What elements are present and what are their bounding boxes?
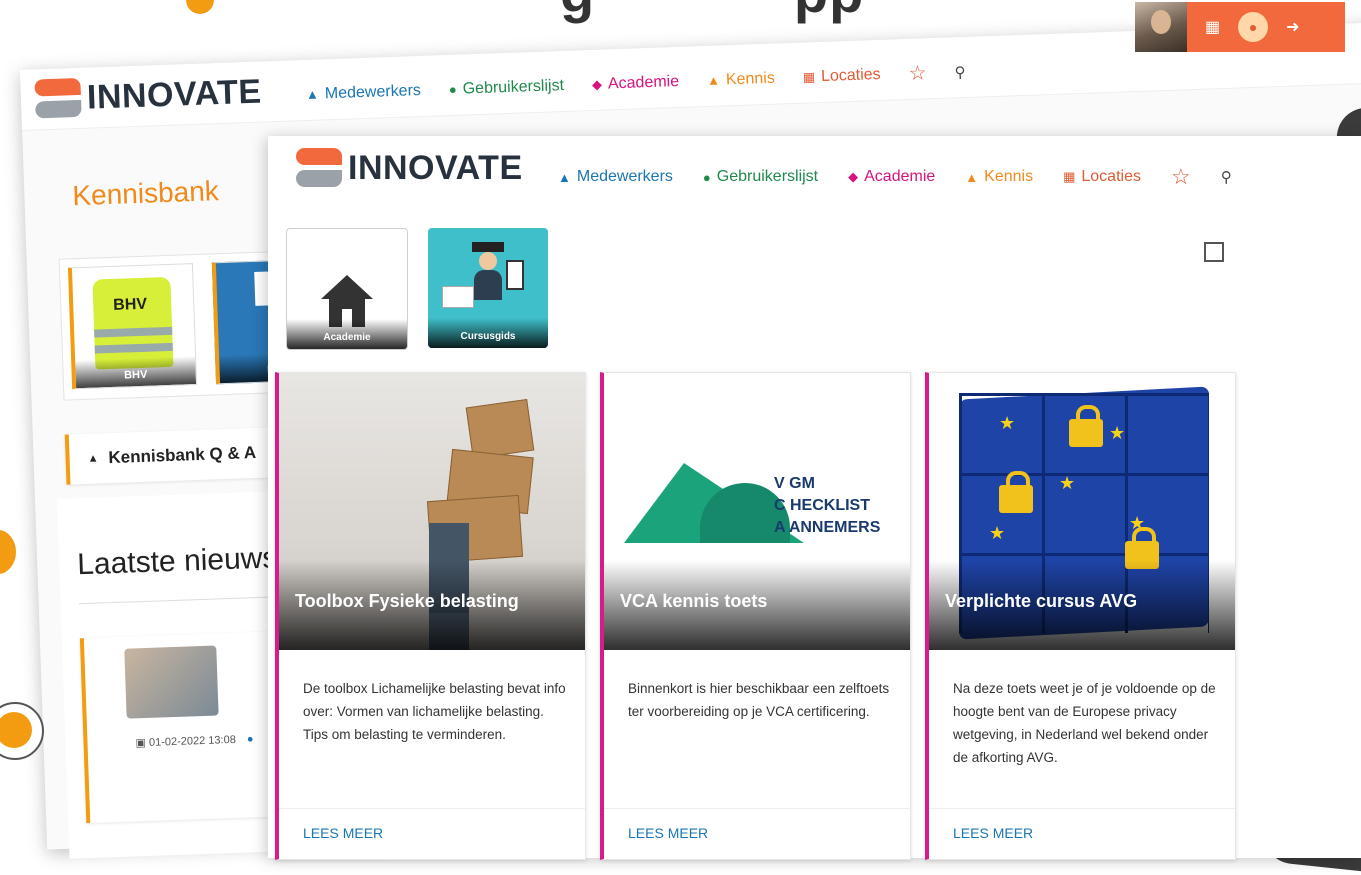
favorites-star-icon[interactable]: ☆ <box>908 60 927 86</box>
card-title: Verplichte cursus AVG <box>929 560 1235 650</box>
course-card-vca[interactable]: V GM C HECKLIST A ANNEMERS VCA kennis to… <box>600 372 911 860</box>
vca-line-3: A ANNEMERS <box>774 519 881 536</box>
select-checkbox[interactable] <box>1204 242 1224 262</box>
map-icon: ▦ <box>802 68 816 85</box>
news-title: Laatste nieuws <box>76 541 278 582</box>
tile-bhv[interactable]: BHV BHV <box>67 263 198 390</box>
read-more-link[interactable]: LEES MEER <box>953 825 1033 841</box>
logo-text: INNOVATE <box>86 72 263 117</box>
graduation-cap-icon: ◆ <box>848 169 859 184</box>
logo[interactable]: INNOVATE <box>34 72 262 120</box>
user-bar: ▦ ● ➜ <box>1135 2 1345 52</box>
tile-caption: BHV <box>75 356 197 389</box>
logo-text: INNOVATE <box>348 148 523 187</box>
certificate-icon <box>442 286 474 308</box>
nav-kennis[interactable]: ▲ Kennis <box>707 69 775 89</box>
card-description: Na deze toets weet je of je voldoende op… <box>953 681 1216 765</box>
card-description: De toolbox Lichamelijke belasting bevat … <box>303 681 566 742</box>
divider <box>604 808 910 809</box>
safety-vest-image <box>92 276 174 370</box>
nav-gebruikerslijst[interactable]: ● Gebruikerslijst <box>703 168 818 186</box>
tile-cursusgids[interactable]: Cursusgids <box>428 228 548 348</box>
apps-grid-icon[interactable]: ▦ <box>1205 17 1220 37</box>
lightbulb-icon: ▲ <box>965 169 979 185</box>
divider <box>279 808 585 809</box>
read-more-link[interactable]: LEES MEER <box>303 825 383 841</box>
main-nav: ▲ Medewerkers ● Gebruikerslijst ◆ Academie … <box>558 164 1232 190</box>
home-icon <box>321 275 373 299</box>
author-icon: ● <box>246 733 254 746</box>
calendar-icon: ▣ <box>135 737 147 750</box>
tile-academie[interactable]: Academie <box>286 228 408 350</box>
star-icon: ★ <box>989 523 1006 543</box>
lock-icon <box>999 471 1033 513</box>
headline-fragment: g pp <box>560 0 864 25</box>
course-card-toolbox[interactable]: Toolbox Fysieke belasting De toolbox Lic… <box>275 372 586 860</box>
search-icon[interactable]: ⚲ <box>954 63 966 81</box>
graduation-cap-icon: ◆ <box>591 76 603 92</box>
vca-line-1: V GM <box>774 475 815 492</box>
lightbulb-icon: ▲ <box>706 72 721 89</box>
caret-up-icon: ▲ <box>87 452 99 465</box>
logo-mark-icon <box>296 148 342 188</box>
card-title: VCA kennis toets <box>604 560 910 650</box>
graduate-illustration <box>470 242 506 300</box>
bell-icon[interactable]: ● <box>1238 12 1269 42</box>
avatar[interactable] <box>1135 2 1187 52</box>
star-icon: ★ <box>1059 473 1076 493</box>
lock-icon <box>1069 405 1103 447</box>
vca-line-2: C HECKLIST <box>774 497 870 514</box>
card-image: ★ ★ ★ ★ ★ Verplichte cursus AVG <box>929 373 1235 650</box>
user-icon: ● <box>702 169 711 185</box>
star-icon: ★ <box>1109 423 1126 443</box>
tile-caption: Cursusgids <box>428 318 548 348</box>
logout-icon[interactable]: ➜ <box>1286 17 1299 37</box>
home-icon: ▲ <box>305 86 320 103</box>
map-icon: ▦ <box>1063 169 1076 184</box>
search-icon[interactable]: ⚲ <box>1221 168 1232 186</box>
nav-academie[interactable]: ◆ Academie <box>592 73 680 94</box>
course-card-avg[interactable]: ★ ★ ★ ★ ★ Verplichte cursus AVG Na deze … <box>925 372 1236 860</box>
news-thumbnail <box>124 645 219 719</box>
read-more-link[interactable]: LEES MEER <box>628 825 708 841</box>
booklet-icon <box>506 260 524 290</box>
logo[interactable]: INNOVATE <box>296 148 523 188</box>
card-title: Toolbox Fysieke belasting <box>279 560 585 650</box>
qa-label: Kennisbank Q & A <box>108 443 257 468</box>
background-nav: ▲ Medewerkers ● Gebruikerslijst ◆ Academie … <box>306 59 966 107</box>
favorites-star-icon[interactable]: ☆ <box>1171 164 1191 190</box>
nav-gebruikerslijst[interactable]: ● Gebruikerslijst <box>449 77 565 99</box>
news-date: 01-02-2022 13:08 <box>148 733 237 749</box>
nav-kennis[interactable]: ▲ Kennis <box>965 168 1033 186</box>
card-description: Binnenkort is hier beschikbaar een zelft… <box>628 681 890 719</box>
decorative-circle <box>0 530 16 574</box>
user-icon: ● <box>448 81 457 98</box>
tile-caption: Academie <box>287 319 407 349</box>
logo-mark-icon <box>34 77 82 120</box>
nav-locaties[interactable]: ▦ Locaties <box>1063 168 1141 186</box>
vca-logo-text: V GM C HECKLIST A ANNEMERS <box>774 473 880 539</box>
decorative-dot <box>186 0 214 14</box>
vest-image-text: BHV <box>112 295 148 314</box>
divider <box>929 808 1235 809</box>
section-title: Kennisbank <box>71 175 220 212</box>
card-image: V GM C HECKLIST A ANNEMERS VCA kennis to… <box>604 373 910 650</box>
nav-locaties[interactable]: ▦ Locaties <box>802 65 881 86</box>
star-icon: ★ <box>999 413 1016 433</box>
nav-medewerkers[interactable]: ▲ Medewerkers <box>558 168 673 186</box>
card-image: Toolbox Fysieke belasting <box>279 373 585 650</box>
nav-medewerkers[interactable]: ▲ Medewerkers <box>306 82 421 104</box>
foreground-window: INNOVATE ▲ Medewerkers ● Gebruikerslijst ◆… <box>268 136 1361 860</box>
home-icon: ▲ <box>558 169 571 185</box>
top-bar: INNOVATE ▲ Medewerkers ● Gebruikerslijst ◆… <box>268 136 1361 206</box>
nav-academie[interactable]: ◆ Academie <box>848 168 935 186</box>
news-meta: ▣ 01-02-2022 13:08 ● <box>135 732 253 749</box>
